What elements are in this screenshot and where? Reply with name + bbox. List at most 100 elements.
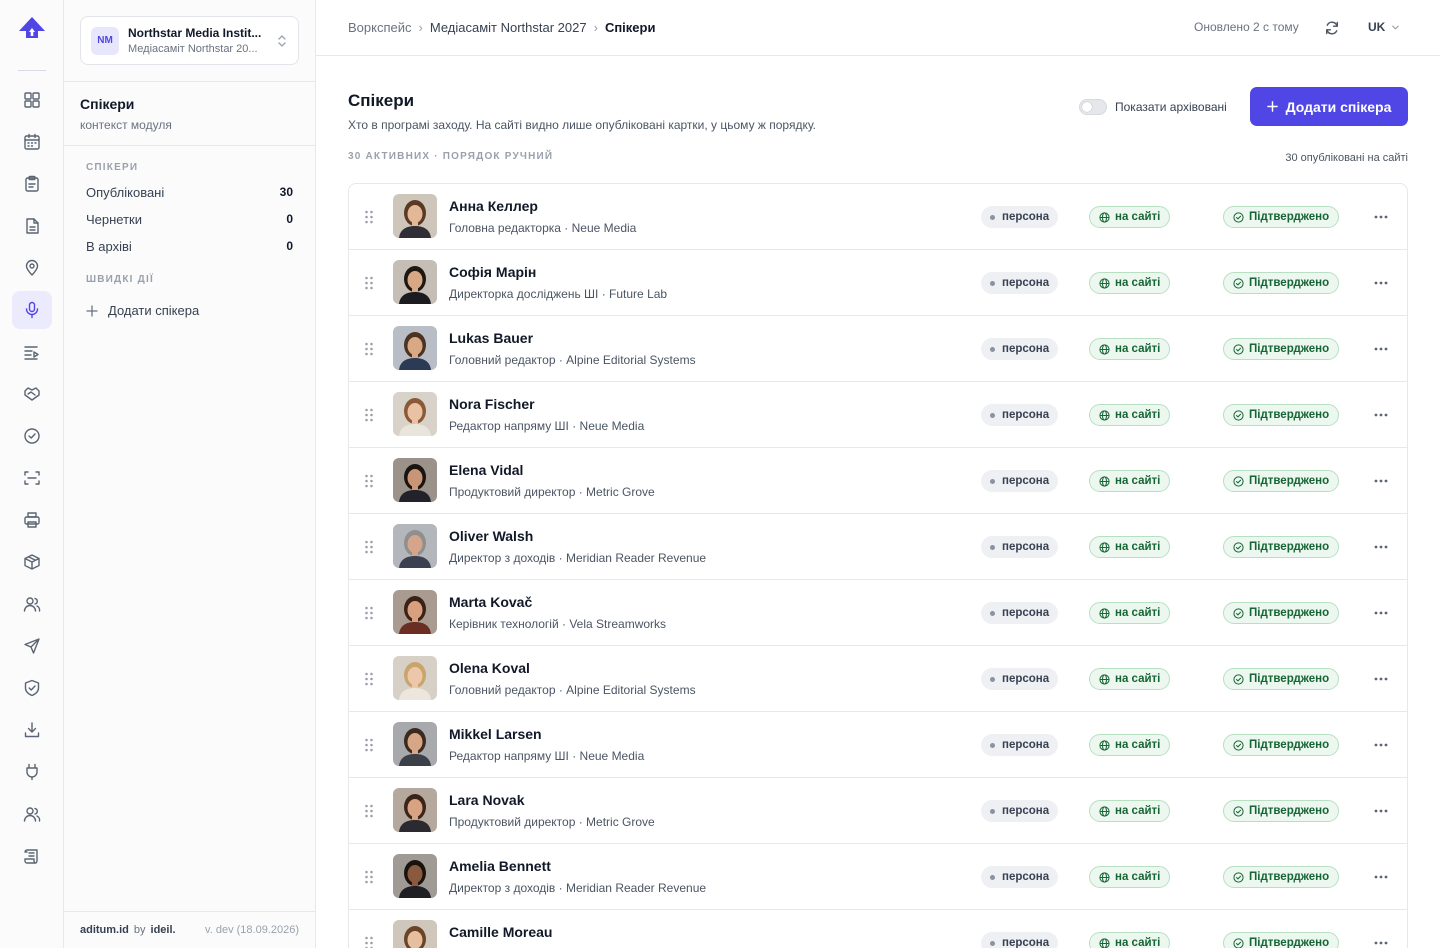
speaker-name[interactable]: Elena Vidal (449, 462, 523, 478)
rail-item-calendar[interactable] (12, 123, 52, 161)
visibility-badge[interactable]: на сайті (1089, 470, 1171, 492)
status-badge[interactable]: Підтверджено (1223, 272, 1340, 294)
speaker-name[interactable]: Lukas Bauer (449, 330, 533, 346)
visibility-badge[interactable]: на сайті (1089, 932, 1171, 948)
more-actions-icon[interactable] (1373, 210, 1389, 224)
more-actions-icon[interactable] (1373, 540, 1389, 554)
breadcrumb-workspace[interactable]: Воркспейс (348, 20, 412, 35)
speaker-row[interactable]: Elena Vidal Продуктовий директор · Metric… (349, 448, 1407, 514)
speaker-name[interactable]: Анна Келлер (449, 198, 538, 214)
drag-handle-icon[interactable] (363, 473, 375, 489)
rail-item-scan[interactable] (12, 459, 52, 497)
speaker-row[interactable]: Nora Fischer Редактор напряму ШІ · Neue M… (349, 382, 1407, 448)
quick-add-speaker[interactable]: Додати спікера (86, 303, 199, 318)
rail-item-agenda[interactable] (12, 333, 52, 371)
visibility-badge[interactable]: на сайті (1089, 668, 1171, 690)
drag-handle-icon[interactable] (363, 407, 375, 423)
speaker-name[interactable]: Amelia Bennett (449, 858, 551, 874)
rail-item-handshake[interactable] (12, 375, 52, 413)
visibility-badge[interactable]: на сайті (1089, 734, 1171, 756)
status-badge[interactable]: Підтверджено (1223, 206, 1340, 228)
speaker-row[interactable]: Marta Kovač Керівник технологій · Vela St… (349, 580, 1407, 646)
rail-item-download[interactable] (12, 711, 52, 749)
status-badge[interactable]: Підтверджено (1223, 932, 1340, 948)
more-actions-icon[interactable] (1373, 474, 1389, 488)
status-badge[interactable]: Підтверджено (1223, 536, 1340, 558)
status-badge[interactable]: Підтверджено (1223, 338, 1340, 360)
rail-item-shield[interactable] (12, 669, 52, 707)
breadcrumb-event[interactable]: Медіасаміт Northstar 2027 (430, 20, 587, 35)
more-actions-icon[interactable] (1373, 276, 1389, 290)
speaker-row[interactable]: Oliver Walsh Директор з доходів · Meridia… (349, 514, 1407, 580)
status-badge[interactable]: Підтверджено (1223, 668, 1340, 690)
speaker-name[interactable]: Olena Koval (449, 660, 530, 676)
rail-item-users[interactable] (12, 585, 52, 623)
rail-item-team[interactable] (12, 795, 52, 833)
speaker-name[interactable]: Mikkel Larsen (449, 726, 542, 742)
visibility-badge[interactable]: на сайті (1089, 272, 1171, 294)
rail-item-document[interactable] (12, 207, 52, 245)
rail-item-printer[interactable] (12, 501, 52, 539)
status-badge[interactable]: Підтверджено (1223, 866, 1340, 888)
visibility-badge[interactable]: на сайті (1089, 404, 1171, 426)
add-speaker-button[interactable]: Додати спікера (1250, 87, 1408, 126)
app-logo-icon[interactable] (16, 14, 48, 46)
more-actions-icon[interactable] (1373, 672, 1389, 686)
visibility-badge[interactable]: на сайті (1089, 602, 1171, 624)
speaker-name[interactable]: Софія Марін (449, 264, 536, 280)
visibility-badge[interactable]: на сайті (1089, 536, 1171, 558)
drag-handle-icon[interactable] (363, 737, 375, 753)
more-actions-icon[interactable] (1373, 870, 1389, 884)
language-select[interactable]: UK (1368, 20, 1400, 34)
rail-item-dashboard[interactable] (12, 81, 52, 119)
drag-handle-icon[interactable] (363, 209, 375, 225)
workspace-switcher[interactable]: NM Northstar Media Instit... Медіасаміт … (80, 16, 299, 65)
sidebar-item-archived[interactable]: В архіві 0 (86, 239, 293, 254)
rail-item-plug[interactable] (12, 753, 52, 791)
speaker-name[interactable]: Nora Fischer (449, 396, 535, 412)
drag-handle-icon[interactable] (363, 605, 375, 621)
rail-item-check-circle[interactable] (12, 417, 52, 455)
status-badge[interactable]: Підтверджено (1223, 800, 1340, 822)
speaker-name[interactable]: Camille Moreau (449, 924, 552, 940)
drag-handle-icon[interactable] (363, 275, 375, 291)
speaker-name[interactable]: Lara Novak (449, 792, 524, 808)
show-archived-toggle[interactable]: Показати архівовані (1079, 99, 1227, 115)
visibility-badge[interactable]: на сайті (1089, 338, 1171, 360)
drag-handle-icon[interactable] (363, 539, 375, 555)
rail-item-scroll[interactable] (12, 837, 52, 875)
status-badge[interactable]: Підтверджено (1223, 734, 1340, 756)
speaker-row[interactable]: Софія Марін Директорка досліджень ШІ · Fu… (349, 250, 1407, 316)
speaker-name[interactable]: Marta Kovač (449, 594, 532, 610)
more-actions-icon[interactable] (1373, 936, 1389, 948)
drag-handle-icon[interactable] (363, 869, 375, 885)
more-actions-icon[interactable] (1373, 606, 1389, 620)
rail-item-package[interactable] (12, 543, 52, 581)
drag-handle-icon[interactable] (363, 935, 375, 948)
drag-handle-icon[interactable] (363, 341, 375, 357)
rail-item-microphone[interactable] (12, 291, 52, 329)
speaker-row[interactable]: Lukas Bauer Головний редактор · Alpine Ed… (349, 316, 1407, 382)
speaker-row[interactable]: Olena Koval Головний редактор · Alpine Ed… (349, 646, 1407, 712)
drag-handle-icon[interactable] (363, 671, 375, 687)
speaker-row[interactable]: Camille Moreau персона на сайті Підтверджен… (349, 910, 1407, 948)
speaker-row[interactable]: Анна Келлер Головна редакторка · Neue Med… (349, 184, 1407, 250)
sidebar-item-drafts[interactable]: Чернетки 0 (86, 212, 293, 227)
footer-maker[interactable]: ideil. (151, 924, 176, 936)
toggle-switch[interactable] (1079, 99, 1107, 115)
status-badge[interactable]: Підтверджено (1223, 470, 1340, 492)
status-badge[interactable]: Підтверджено (1223, 404, 1340, 426)
speaker-row[interactable]: Amelia Bennett Директор з доходів · Merid… (349, 844, 1407, 910)
rail-item-send[interactable] (12, 627, 52, 665)
footer-brand[interactable]: aditum.id (80, 924, 129, 936)
more-actions-icon[interactable] (1373, 408, 1389, 422)
visibility-badge[interactable]: на сайті (1089, 866, 1171, 888)
rail-item-location[interactable] (12, 249, 52, 287)
sidebar-item-published[interactable]: Опубліковані 30 (86, 185, 293, 200)
speaker-row[interactable]: Mikkel Larsen Редактор напряму ШІ · Neue … (349, 712, 1407, 778)
more-actions-icon[interactable] (1373, 804, 1389, 818)
status-badge[interactable]: Підтверджено (1223, 602, 1340, 624)
speaker-name[interactable]: Oliver Walsh (449, 528, 533, 544)
speaker-row[interactable]: Lara Novak Продуктовий директор · Metric … (349, 778, 1407, 844)
more-actions-icon[interactable] (1373, 738, 1389, 752)
